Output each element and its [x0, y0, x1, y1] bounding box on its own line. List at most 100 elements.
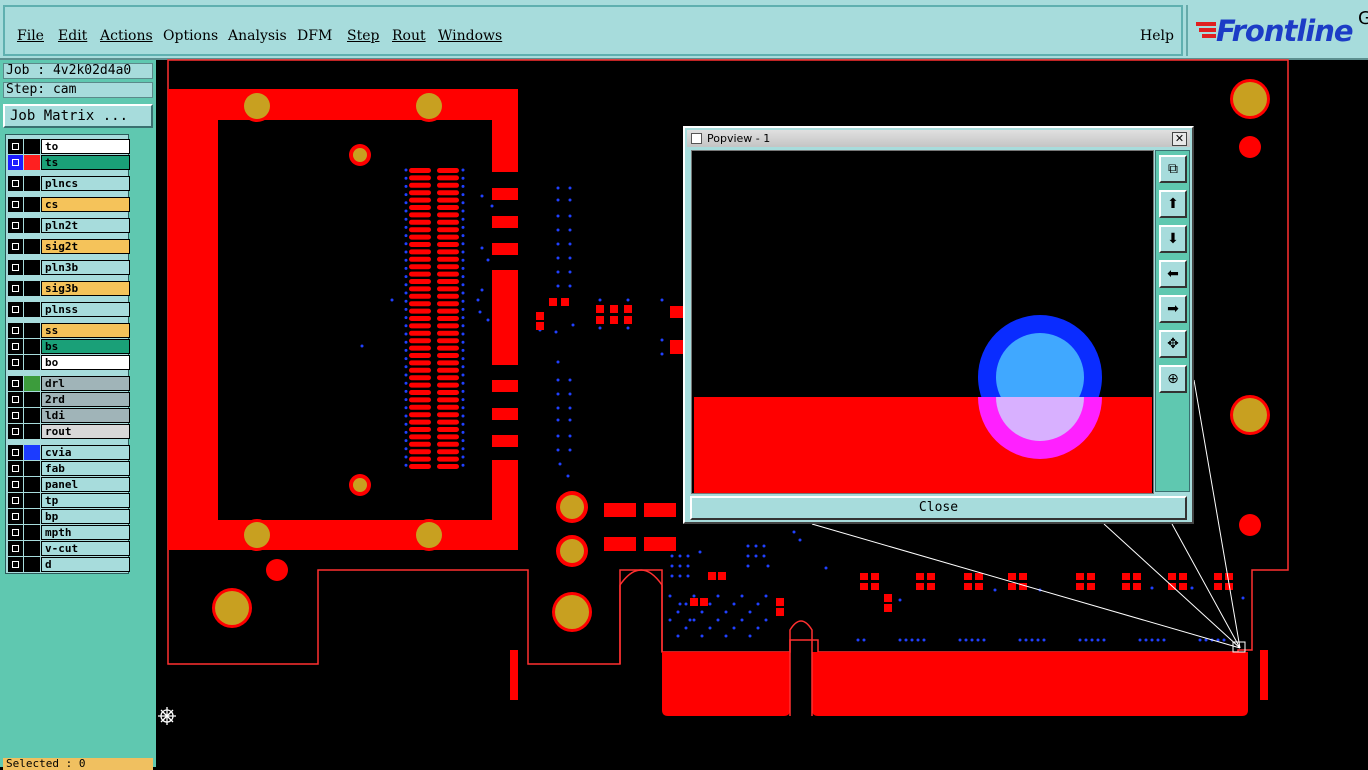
layer-row-plncs[interactable]: plncs [8, 176, 130, 191]
layer-row-pln3b[interactable]: pln3b [8, 260, 130, 275]
layer-checkbox[interactable] [8, 302, 23, 317]
layer-checkbox[interactable] [8, 424, 23, 439]
layer-name[interactable]: plnss [41, 302, 130, 317]
menu-windows[interactable]: Windows [438, 28, 502, 44]
layer-name[interactable]: to [41, 139, 130, 154]
layer-checkbox[interactable] [8, 509, 23, 524]
layer-name[interactable]: rout [41, 424, 130, 439]
layer-name[interactable]: cs [41, 197, 130, 212]
layer-checkbox[interactable] [8, 493, 23, 508]
layer-name[interactable]: plncs [41, 176, 130, 191]
layer-checkbox[interactable] [8, 445, 23, 460]
layer-row-v-cut[interactable]: v-cut [8, 541, 130, 556]
layer-row-fab[interactable]: fab [8, 461, 130, 476]
layer-checkbox[interactable] [8, 477, 23, 492]
layer-checkbox[interactable] [8, 557, 23, 572]
zoom-window-icon[interactable]: ⧉ [1159, 155, 1187, 183]
layer-name[interactable]: cvia [41, 445, 130, 460]
layer-row-drl[interactable]: drl [8, 376, 130, 391]
job-matrix-button[interactable]: Job Matrix ... [3, 104, 153, 128]
layer-color-swatch [24, 323, 40, 338]
menu-dfm[interactable]: DFM [297, 28, 332, 44]
layer-row-to[interactable]: to [8, 139, 130, 154]
layer-name[interactable]: bs [41, 339, 130, 354]
pan-right-icon[interactable]: ➡ [1159, 295, 1187, 323]
zoom-home-icon[interactable]: ⊕ [1159, 365, 1187, 393]
layer-checkbox[interactable] [8, 392, 23, 407]
layer-row-tp[interactable]: tp [8, 493, 130, 508]
menu-actions[interactable]: Actions [100, 28, 153, 44]
layer-row-cs[interactable]: cs [8, 197, 130, 212]
layer-row-rout[interactable]: rout [8, 424, 130, 439]
layer-checkbox[interactable] [8, 197, 23, 212]
menu-edit[interactable]: Edit [58, 28, 87, 44]
layer-row-sig3b[interactable]: sig3b [8, 281, 130, 296]
close-icon[interactable]: ✕ [1172, 132, 1187, 146]
pan-down-icon[interactable]: ⬇ [1159, 225, 1187, 253]
zoom-fit-icon[interactable]: ✥ [1159, 330, 1187, 358]
layer-name[interactable]: mpth [41, 525, 130, 540]
layer-name[interactable]: pln3b [41, 260, 130, 275]
layer-name[interactable]: bp [41, 509, 130, 524]
menu-analysis[interactable]: Analysis [228, 28, 287, 44]
layer-row-d[interactable]: d [8, 557, 130, 572]
layer-checkbox[interactable] [8, 339, 23, 354]
layer-row-bs[interactable]: bs [8, 339, 130, 354]
layer-name[interactable]: pln2t [41, 218, 130, 233]
connector-finger [409, 219, 431, 225]
menu-file[interactable]: File [17, 28, 44, 44]
layer-name[interactable]: ss [41, 323, 130, 338]
layer-checkbox[interactable] [8, 525, 23, 540]
layer-name[interactable]: sig3b [41, 281, 130, 296]
layer-name[interactable]: sig2t [41, 239, 130, 254]
layer-checkbox[interactable] [8, 408, 23, 423]
layer-name[interactable]: ts [41, 155, 130, 170]
layer-row-pln2t[interactable]: pln2t [8, 218, 130, 233]
layer-checkbox[interactable] [8, 260, 23, 275]
layer-row-ts[interactable]: ts [8, 155, 130, 170]
layer-name[interactable]: panel [41, 477, 130, 492]
layer-checkbox[interactable] [8, 139, 23, 154]
layer-name[interactable]: bo [41, 355, 130, 370]
menu-step[interactable]: Step [347, 28, 379, 44]
layer-checkbox[interactable] [8, 541, 23, 556]
layer-checkbox[interactable] [8, 355, 23, 370]
layer-row-plnss[interactable]: plnss [8, 302, 130, 317]
menu-options[interactable]: Options [163, 28, 218, 44]
layer-checkbox[interactable] [8, 376, 23, 391]
layer-row-ldi[interactable]: ldi [8, 408, 130, 423]
layer-name[interactable]: drl [41, 376, 130, 391]
via [668, 594, 672, 598]
popview-canvas[interactable] [691, 150, 1154, 494]
layer-checkbox[interactable] [8, 239, 23, 254]
via [700, 610, 704, 614]
popview-close-button[interactable]: Close [690, 496, 1187, 520]
layer-checkbox[interactable] [8, 176, 23, 191]
layer-name[interactable]: d [41, 557, 130, 572]
layer-checkbox[interactable] [8, 155, 23, 170]
pan-left-icon[interactable]: ⬅ [1159, 260, 1187, 288]
layer-row-mpth[interactable]: mpth [8, 525, 130, 540]
menu-help[interactable]: Help [1140, 28, 1174, 44]
layer-checkbox[interactable] [8, 323, 23, 338]
layer-name[interactable]: ldi [41, 408, 130, 423]
popview-titlebar[interactable]: Popview - 1 ✕ [687, 130, 1190, 147]
layer-name[interactable]: tp [41, 493, 130, 508]
layer-checkbox[interactable] [8, 281, 23, 296]
layer-row-cvia[interactable]: cvia [8, 445, 130, 460]
layer-row-sig2t[interactable]: sig2t [8, 239, 130, 254]
layer-row-bp[interactable]: bp [8, 509, 130, 524]
menu-rout[interactable]: Rout [392, 28, 426, 44]
layer-row-panel[interactable]: panel [8, 477, 130, 492]
pan-up-icon[interactable]: ⬆ [1159, 190, 1187, 218]
layer-name[interactable]: 2rd [41, 392, 130, 407]
via [764, 594, 768, 598]
layer-name[interactable]: fab [41, 461, 130, 476]
via [1084, 638, 1088, 642]
layer-row-ss[interactable]: ss [8, 323, 130, 338]
layer-row-bo[interactable]: bo [8, 355, 130, 370]
layer-checkbox[interactable] [8, 218, 23, 233]
layer-row-2rd[interactable]: 2rd [8, 392, 130, 407]
layer-name[interactable]: v-cut [41, 541, 130, 556]
layer-checkbox[interactable] [8, 461, 23, 476]
